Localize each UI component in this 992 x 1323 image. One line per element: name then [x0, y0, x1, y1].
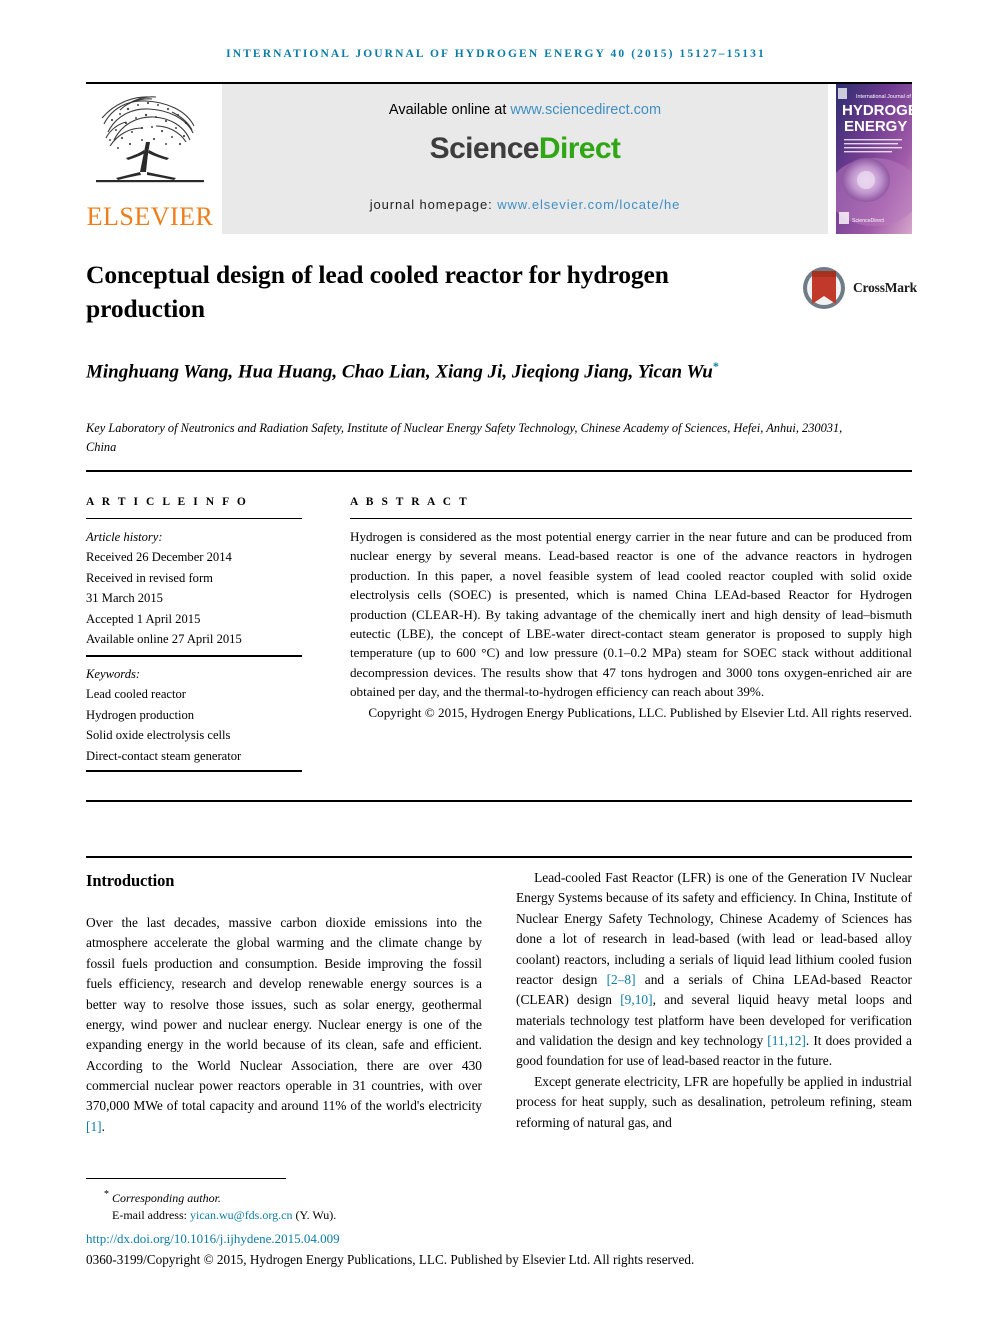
available-online-text: Available online at	[388, 102, 507, 118]
corresponding-author-note: * Corresponding author.	[86, 1188, 912, 1207]
citation-ref-2-8[interactable]: [2–8]	[607, 972, 636, 987]
issn-copyright-line: 0360-3199/Copyright © 2015, Hydrogen Ene…	[86, 1252, 695, 1267]
abstract-body: Hydrogen is considered as the most poten…	[350, 527, 912, 723]
journal-homepage-line: journal homepage: www.elsevier.com/locat…	[222, 197, 828, 212]
body-column-left: Introduction Over the last decades, mass…	[86, 868, 482, 1137]
email-label: E-mail address:	[112, 1208, 187, 1223]
journal-cover-art: International Journal of HYDROGEN ENERGY…	[836, 84, 912, 234]
svg-text:ScienceDirect: ScienceDirect	[852, 218, 885, 224]
available-online-line: Available online at www.sciencedirect.co…	[389, 102, 661, 118]
citation-ref-11-12[interactable]: [11,12]	[767, 1033, 806, 1048]
article-history-item: Available online 27 April 2015	[86, 631, 242, 646]
corresponding-author-marker: *	[712, 359, 719, 373]
elsevier-wordmark: ELSEVIER	[86, 202, 214, 231]
sciencedirect-logo[interactable]: ScienceDirect	[430, 132, 621, 166]
intro-paragraph-1: Over the last decades, massive carbon di…	[86, 915, 482, 1134]
abstract-underline	[350, 518, 912, 519]
email-link[interactable]: yican.wu@fds.org.cn	[190, 1208, 292, 1222]
svg-text:HYDROGEN: HYDROGEN	[842, 102, 912, 119]
section-title-introduction: Introduction	[86, 871, 175, 890]
crossmark-label: CrossMark	[853, 280, 917, 295]
journal-masthead: ELSEVIER Available online at www.science…	[86, 82, 912, 234]
article-history-label: Article history:	[86, 530, 163, 544]
keywords-label: Keywords:	[86, 667, 141, 681]
article-info-underline	[86, 518, 302, 519]
author-list: Minghuang Wang, Hua Huang, Chao Lian, Xi…	[86, 358, 786, 386]
article-history-item: Accepted 1 April 2015	[86, 611, 201, 626]
article-info-heading: A R T I C L E I N F O	[86, 496, 249, 508]
email-note: E-mail address: yican.wu@fds.org.cn (Y. …	[86, 1207, 912, 1224]
keywords-block: Keywords: Lead cooled reactor Hydrogen p…	[86, 664, 316, 766]
keywords-bottom-rule	[86, 770, 302, 772]
elsevier-logo: ELSEVIER	[86, 84, 214, 234]
journal-homepage-label: journal homepage:	[369, 197, 493, 212]
crossmark-badge[interactable]: CrossMark	[802, 262, 917, 314]
body-top-rule	[86, 856, 912, 858]
page-title: Conceptual design of lead cooled reactor…	[86, 260, 669, 323]
running-head: International Journal of Hydrogen Energy…	[226, 48, 766, 60]
journal-cover-thumbnail[interactable]: International Journal of HYDROGEN ENERGY…	[836, 84, 912, 234]
abstract-text: Hydrogen is considered as the most poten…	[350, 529, 912, 699]
citation-ref-9-10[interactable]: [9,10]	[620, 992, 652, 1007]
keyword-item: Solid oxide electrolysis cells	[86, 728, 231, 743]
info-panel-bottom-rule	[86, 800, 912, 802]
citation-ref-1[interactable]: [1]	[86, 1119, 102, 1134]
elsevier-tree-icon	[96, 96, 204, 183]
article-history-item: 31 March 2015	[86, 591, 163, 606]
intro-paragraph-2-a: Lead-cooled Fast Reactor (LFR) is one of…	[516, 870, 912, 987]
corresponding-author-label: Corresponding author.	[112, 1191, 221, 1205]
info-panel-top-rule	[86, 470, 912, 472]
sciencedirect-panel: Available online at www.sciencedirect.co…	[222, 84, 828, 234]
article-history: Article history: Received 26 December 20…	[86, 527, 316, 649]
doi-link[interactable]: http://dx.doi.org/10.1016/j.ijhydene.201…	[86, 1231, 340, 1246]
intro-paragraph-1-text: Over the last decades, massive carbon di…	[86, 915, 482, 1114]
keyword-item: Direct-contact steam generator	[86, 748, 242, 763]
doi-link-wrapper: http://dx.doi.org/10.1016/j.ijhydene.201…	[86, 1231, 340, 1247]
body-column-right: Lead-cooled Fast Reactor (LFR) is one of…	[516, 868, 912, 1133]
svg-text:ENERGY: ENERGY	[844, 118, 907, 135]
crossmark-icon	[803, 267, 845, 309]
author-names: Minghuang Wang, Hua Huang, Chao Lian, Xi…	[86, 361, 713, 383]
footnote-rule	[86, 1178, 286, 1179]
abstract-copyright: Copyright © 2015, Hydrogen Energy Public…	[368, 705, 912, 721]
svg-text:International Journal of: International Journal of	[856, 94, 911, 100]
email-suffix: (Y. Wu).	[295, 1208, 337, 1223]
sciencedirect-link[interactable]: www.sciencedirect.com	[510, 102, 661, 118]
affiliation: Key Laboratory of Neutronics and Radiati…	[86, 421, 843, 454]
keyword-item: Hydrogen production	[86, 707, 195, 722]
article-history-item: Received in revised form	[86, 570, 213, 585]
keyword-item: Lead cooled reactor	[86, 687, 186, 702]
intro-paragraph-2: Lead-cooled Fast Reactor (LFR) is one of…	[516, 868, 912, 1072]
sciencedirect-logo-direct: Direct	[538, 132, 621, 165]
corresponding-author-asterisk: *	[104, 1189, 109, 1200]
intro-paragraph-3: Except generate electricity, LFR are hop…	[516, 1073, 912, 1130]
article-history-item: Received 26 December 2014	[86, 550, 232, 565]
article-history-bottom-rule	[86, 655, 302, 657]
abstract-heading: A B S T R A C T	[350, 496, 470, 508]
footnote-block: * Corresponding author. E-mail address: …	[86, 1188, 912, 1225]
article-page: International Journal of Hydrogen Energy…	[0, 0, 992, 1323]
sciencedirect-logo-science: Science	[429, 132, 540, 165]
journal-homepage-link[interactable]: www.elsevier.com/locate/he	[497, 197, 680, 212]
